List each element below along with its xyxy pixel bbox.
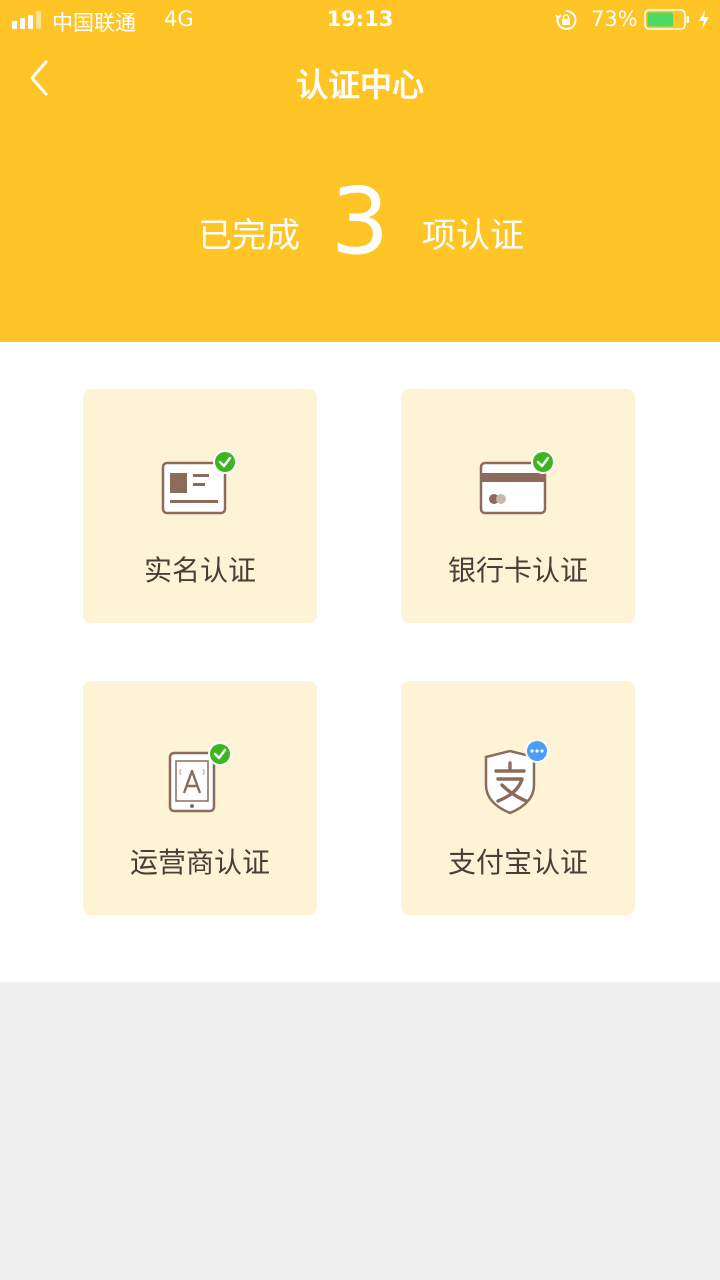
card-real-name[interactable]: 实名认证 <box>83 389 317 623</box>
card-label: 实名认证 <box>143 554 256 587</box>
battery-percent: 73% <box>591 7 638 31</box>
verification-grid: 实名认证 银行卡认证 运营商认证 支付宝认证 <box>0 342 720 982</box>
card-label: 银行卡认证 <box>447 554 588 587</box>
check-badge-icon <box>213 450 237 474</box>
alipay-shield-icon <box>484 741 549 815</box>
card-alipay[interactable]: 支付宝认证 <box>401 681 635 915</box>
card-bank-card[interactable]: 银行卡认证 <box>401 389 635 623</box>
header: 中国联通 4G 19:13 73% 认证中心 已完成 3 项认证 <box>0 0 720 342</box>
phone-carrier-icon <box>168 742 232 813</box>
nav-bar: 认证中心 <box>0 40 720 124</box>
check-badge-icon <box>208 742 232 766</box>
id-card-icon <box>161 450 237 515</box>
bank-card-icon <box>479 450 555 515</box>
rotation-lock-icon <box>555 9 577 30</box>
check-badge-icon <box>531 450 555 474</box>
summary-suffix: 项认证 <box>422 216 524 256</box>
page-title: 认证中心 <box>295 66 424 104</box>
card-label: 运营商认证 <box>129 846 270 879</box>
card-carrier[interactable]: 运营商认证 <box>83 681 317 915</box>
charging-bolt-icon <box>699 10 709 29</box>
empty-background <box>0 982 720 1280</box>
completed-count: 3 <box>330 168 390 275</box>
verification-summary: 已完成 3 项认证 <box>0 172 720 280</box>
battery-icon <box>644 9 689 30</box>
status-bar: 中国联通 4G 19:13 73% <box>0 0 720 40</box>
card-label: 支付宝认证 <box>447 846 588 879</box>
summary-prefix: 已完成 <box>198 216 300 256</box>
